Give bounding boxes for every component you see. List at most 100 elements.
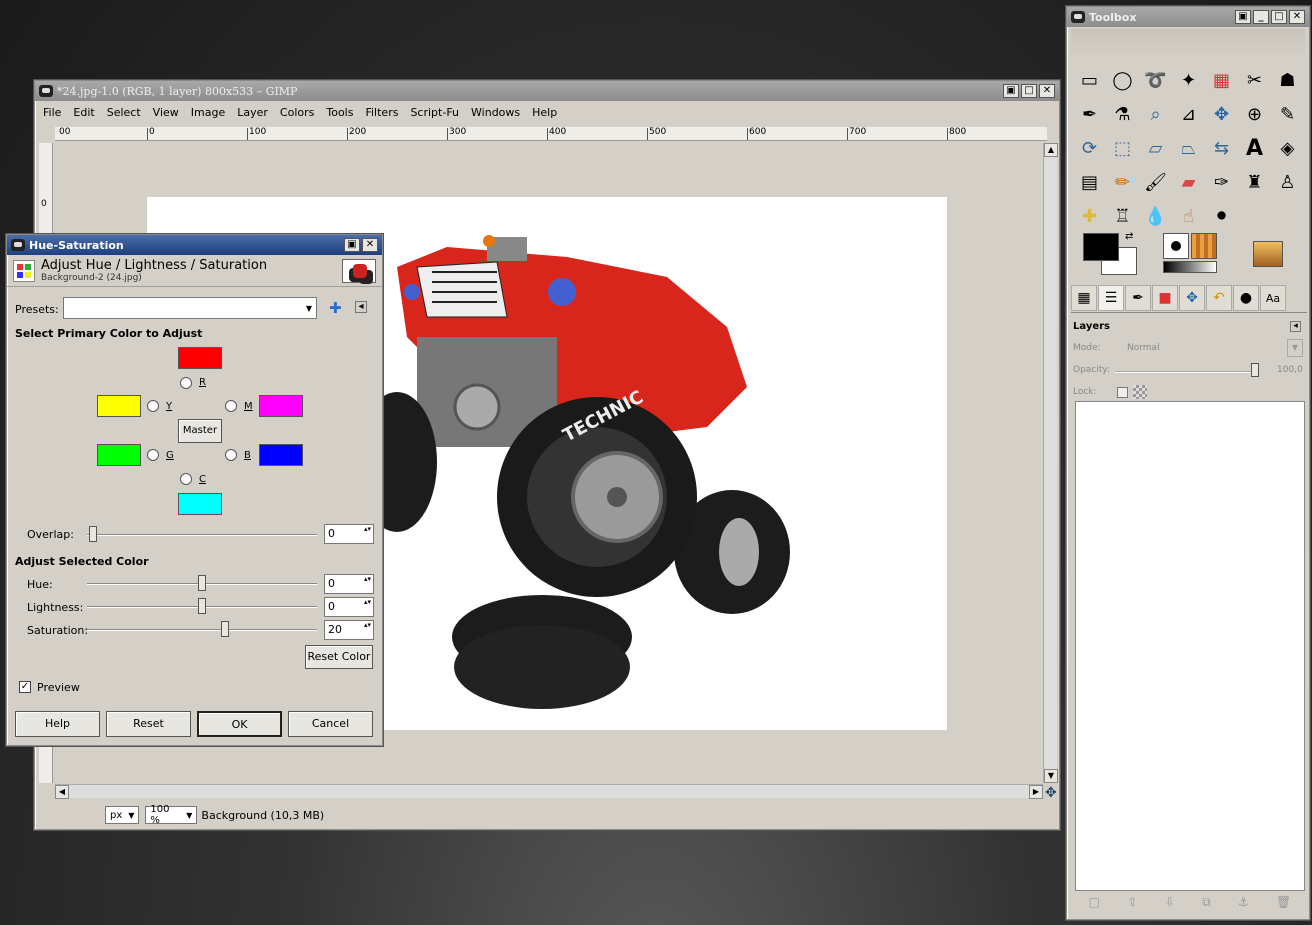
toolbox-titlebar[interactable]: Toolbox ▣ _ □ ✕ — [1067, 7, 1309, 27]
color-select-icon[interactable]: ▦ — [1205, 63, 1238, 97]
radio-yellow[interactable] — [147, 400, 159, 412]
navigation-tab-icon[interactable]: ✥ — [1179, 285, 1205, 311]
menu-file[interactable]: File — [43, 106, 61, 119]
opacity-slider-thumb[interactable] — [1251, 363, 1259, 377]
paths-icon[interactable]: ✒ — [1073, 97, 1106, 131]
swatch-yellow[interactable] — [97, 395, 141, 417]
delete-layer-icon[interactable]: 🗑 — [1276, 895, 1291, 913]
layers-list[interactable] — [1075, 401, 1305, 891]
close-icon[interactable]: ✕ — [1289, 10, 1305, 24]
align-icon[interactable]: ⊕ — [1238, 97, 1271, 131]
swatch-magenta[interactable] — [259, 395, 303, 417]
saturation-slider[interactable] — [87, 629, 317, 631]
restore-icon[interactable]: ▣ — [344, 238, 360, 252]
scroll-up-icon[interactable]: ▲ — [1044, 143, 1058, 157]
menu-script-fu[interactable]: Script-Fu — [410, 106, 459, 119]
lightness-spin[interactable]: 0 — [324, 597, 374, 617]
menu-colors[interactable]: Colors — [280, 106, 314, 119]
menu-edit[interactable]: Edit — [73, 106, 94, 119]
lock-checkbox[interactable] — [1117, 387, 1128, 398]
brushes-tab-icon[interactable]: ● — [1233, 285, 1259, 311]
text-icon[interactable]: A — [1238, 131, 1271, 165]
add-preset-icon[interactable]: ✚ — [329, 299, 342, 317]
maximize-icon[interactable]: □ — [1271, 10, 1287, 24]
new-layer-icon[interactable]: □ — [1089, 895, 1100, 913]
free-select-icon[interactable]: ➰ — [1139, 63, 1172, 97]
shear-icon[interactable]: ▱ — [1139, 131, 1172, 165]
raise-layer-icon[interactable]: ⇧ — [1127, 895, 1137, 913]
scissors-icon[interactable]: ✂ — [1238, 63, 1271, 97]
duplicate-layer-icon[interactable]: ⧉ — [1202, 895, 1211, 913]
radio-red[interactable] — [180, 377, 192, 389]
lower-layer-icon[interactable]: ⇩ — [1165, 895, 1175, 913]
swatch-green[interactable] — [97, 444, 141, 466]
presets-combo[interactable]: ▼ — [63, 297, 317, 319]
menu-layer[interactable]: Layer — [237, 106, 268, 119]
preset-menu-icon[interactable]: ◂ — [355, 301, 367, 313]
dock-menu-icon[interactable]: ◂ — [1290, 321, 1301, 332]
ok-button[interactable]: OK — [197, 711, 282, 737]
reset-button[interactable]: Reset — [106, 711, 191, 737]
bucket-fill-icon[interactable]: ◈ — [1271, 131, 1304, 165]
dodge-burn-icon[interactable]: ⚫ — [1205, 199, 1238, 233]
dialog-titlebar[interactable]: Hue-Saturation ▣ ✕ — [7, 235, 382, 255]
perspective-icon[interactable]: ⏢ — [1172, 131, 1205, 165]
blend-icon[interactable]: ▤ — [1073, 165, 1106, 199]
rect-select-icon[interactable]: ▭ — [1073, 63, 1106, 97]
swatch-cyan[interactable] — [178, 493, 222, 515]
overlap-slider-thumb[interactable] — [89, 526, 97, 542]
menu-image[interactable]: Image — [191, 106, 225, 119]
unit-select[interactable]: px ▼ — [105, 806, 140, 824]
pencil-icon[interactable]: ✏ — [1106, 165, 1139, 199]
tool-options-tab-icon[interactable]: ▦ — [1071, 285, 1097, 311]
horizontal-ruler[interactable]: 00 0 100 200 300 400 500 600 700 800 — [55, 127, 1047, 141]
radio-green[interactable] — [147, 449, 159, 461]
channels-tab-icon[interactable]: ■ — [1152, 285, 1178, 311]
vertical-scrollbar[interactable]: ▲ ▼ — [1043, 143, 1058, 783]
ellipse-select-icon[interactable]: ◯ — [1106, 63, 1139, 97]
pattern-icon[interactable] — [1191, 233, 1217, 259]
scroll-down-icon[interactable]: ▼ — [1044, 769, 1058, 783]
scroll-left-icon[interactable]: ◀ — [55, 785, 69, 799]
move-icon[interactable]: ✥ — [1205, 97, 1238, 131]
gradient-icon[interactable] — [1163, 261, 1217, 273]
scale-icon[interactable]: ⬚ — [1106, 131, 1139, 165]
ink-icon[interactable]: ♜ — [1238, 165, 1271, 199]
undo-tab-icon[interactable]: ↶ — [1206, 285, 1232, 311]
radio-blue[interactable] — [225, 449, 237, 461]
preview-checkbox[interactable]: ✓ — [19, 681, 31, 693]
airbrush-icon[interactable]: ✑ — [1205, 165, 1238, 199]
smudge-icon[interactable]: ☝ — [1172, 199, 1205, 233]
active-image-icon[interactable] — [1253, 241, 1283, 267]
measure-icon[interactable]: ⊿ — [1172, 97, 1205, 131]
foreground-select-icon[interactable]: ☗ — [1271, 63, 1304, 97]
horizontal-scrollbar[interactable]: ◀ ▶ — [55, 784, 1043, 799]
hue-slider-thumb[interactable] — [198, 575, 206, 591]
eraser-icon[interactable]: ▰ — [1172, 165, 1205, 199]
layers-tab-icon[interactable]: ☰ — [1098, 285, 1124, 311]
lightness-slider-thumb[interactable] — [198, 598, 206, 614]
menu-view[interactable]: View — [153, 106, 179, 119]
menu-windows[interactable]: Windows — [471, 106, 520, 119]
zoom-icon[interactable]: ⌕ — [1139, 97, 1172, 131]
swatch-red[interactable] — [178, 347, 222, 369]
restore-icon[interactable]: ▣ — [1003, 84, 1019, 98]
overlap-spin[interactable]: 0 — [324, 524, 374, 544]
radio-cyan[interactable] — [180, 473, 192, 485]
cancel-button[interactable]: Cancel — [288, 711, 373, 737]
zoom-select[interactable]: 100 % ▼ — [145, 804, 198, 826]
rotate-icon[interactable]: ⟳ — [1073, 131, 1106, 165]
radio-magenta[interactable] — [225, 400, 237, 412]
perspective-clone-icon[interactable]: ♖ — [1106, 199, 1139, 233]
flip-icon[interactable]: ⇆ — [1205, 131, 1238, 165]
menu-filters[interactable]: Filters — [365, 106, 398, 119]
image-window-titlebar[interactable]: *24.jpg-1.0 (RGB, 1 layer) 800x533 – GIM… — [35, 81, 1059, 101]
reset-color-button[interactable]: Reset Color — [305, 645, 373, 669]
fuzzy-select-icon[interactable]: ✦ — [1172, 63, 1205, 97]
menu-select[interactable]: Select — [107, 106, 141, 119]
anchor-layer-icon[interactable]: ⚓ — [1238, 895, 1249, 913]
menu-tools[interactable]: Tools — [326, 106, 353, 119]
blur-icon[interactable]: 💧 — [1139, 199, 1172, 233]
scroll-right-icon[interactable]: ▶ — [1029, 785, 1043, 799]
crop-icon[interactable]: ✎ — [1271, 97, 1304, 131]
